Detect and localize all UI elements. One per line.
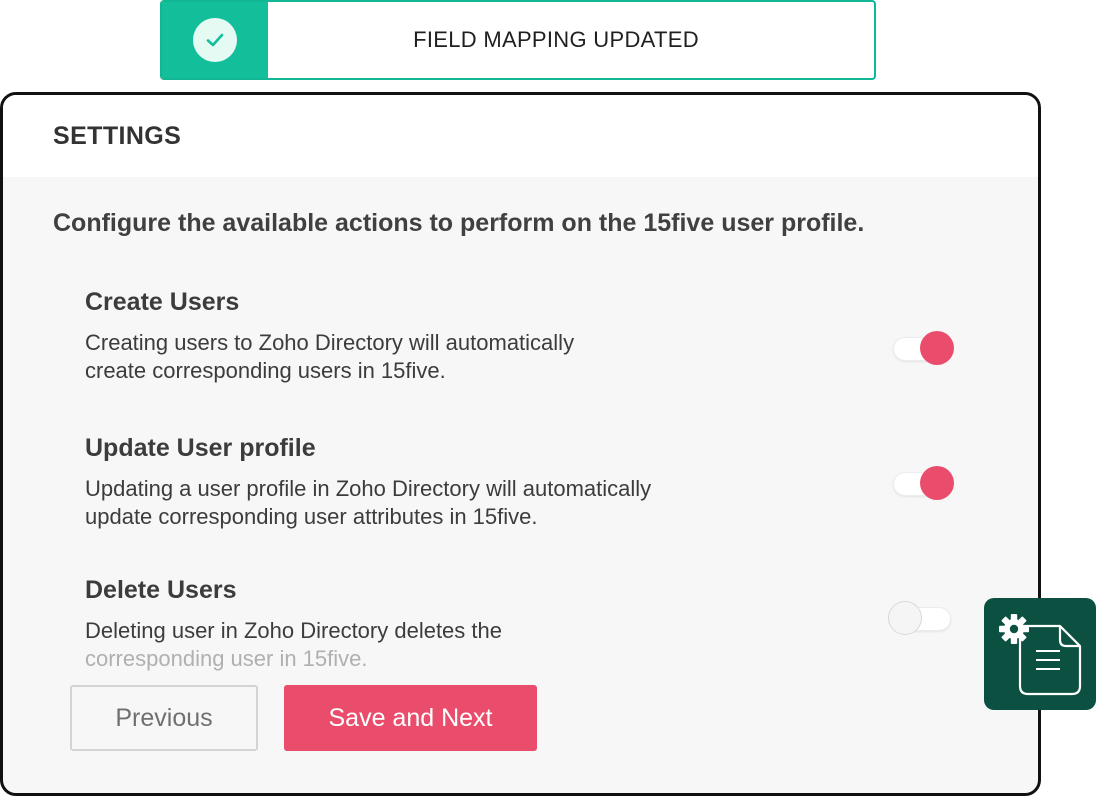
setting-description-line: Updating a user profile in Zoho Director…	[85, 476, 652, 501]
gear-icon	[999, 614, 1029, 644]
settings-panel: SETTINGS Configure the available actions…	[0, 92, 1041, 796]
previous-button[interactable]: Previous	[70, 685, 258, 751]
setting-update-user-profile: Update User profile Updating a user prof…	[85, 434, 985, 531]
toggle-knob	[888, 601, 922, 635]
document-icon	[1018, 624, 1082, 696]
setting-description: Deleting user in Zoho Directory deletes …	[85, 617, 985, 673]
toast-accent	[162, 2, 268, 78]
setting-description: Creating users to Zoho Directory will au…	[85, 329, 985, 385]
setting-title: Create Users	[85, 288, 240, 316]
setting-delete-users: Delete Users Deleting user in Zoho Direc…	[85, 576, 985, 673]
toast-message: FIELD MAPPING UPDATED	[413, 27, 699, 52]
intro-text: Configure the available actions to perfo…	[53, 209, 865, 237]
toggle-knob	[920, 466, 954, 500]
setting-description-line: corresponding user in 15five.	[85, 646, 368, 671]
panel-header: SETTINGS	[3, 95, 1038, 177]
create-users-toggle[interactable]	[890, 331, 956, 365]
toggle-knob	[920, 331, 954, 365]
delete-users-toggle[interactable]	[888, 601, 954, 635]
setting-title: Update User profile	[85, 434, 316, 462]
update-user-profile-toggle[interactable]	[890, 466, 956, 500]
setting-create-users: Create Users Creating users to Zoho Dire…	[85, 288, 985, 385]
save-and-next-button[interactable]: Save and Next	[284, 685, 537, 751]
setting-description-line: update corresponding user attributes in …	[85, 504, 538, 529]
setting-description-line: Creating users to Zoho Directory will au…	[85, 330, 575, 355]
settings-document-widget[interactable]	[984, 598, 1096, 710]
check-icon	[193, 18, 237, 62]
setting-description: Updating a user profile in Zoho Director…	[85, 475, 985, 531]
setting-title: Delete Users	[85, 576, 237, 604]
success-toast: FIELD MAPPING UPDATED	[160, 0, 876, 80]
setting-description-line: create corresponding users in 15five.	[85, 358, 446, 383]
setting-description-line: Deleting user in Zoho Directory deletes …	[85, 618, 502, 643]
panel-title: SETTINGS	[53, 121, 182, 150]
